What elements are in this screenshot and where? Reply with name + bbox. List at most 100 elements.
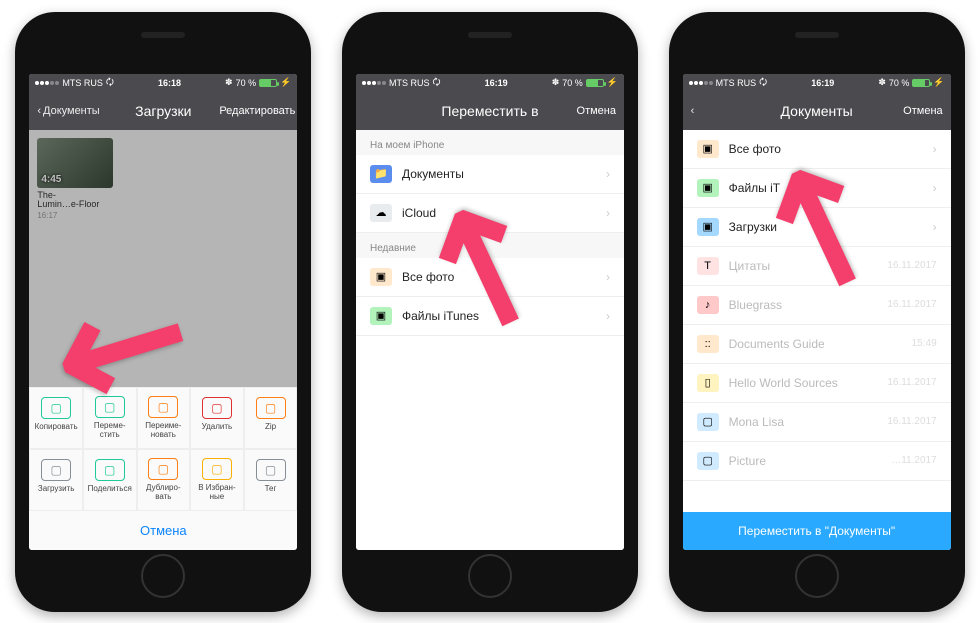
action-icon: ▢ [256,397,286,419]
chevron-right-icon: › [606,206,610,220]
nav-title: Переместить в [434,103,546,119]
status-time: 16:18 [114,78,225,88]
action-icon: ▢ [202,397,232,419]
row-label: Все фото [729,142,923,156]
list-row[interactable]: ▢Mona Lisa16.11.2017 [683,403,951,442]
row-meta: 16.11.2017 [887,416,936,427]
action-cell[interactable]: ▢ Удалить [190,387,244,449]
list-row[interactable]: ☁ iCloud › [356,194,624,233]
content: ▣ Все фото › ▣Файлы iT›▣Загрузки› T Цитаты 16.… [683,130,951,550]
row-label: Picture [729,454,882,468]
list-row[interactable]: ::Documents Guide 15:49 [683,325,951,364]
action-label: Копировать [35,423,78,439]
chevron-right-icon: › [933,220,937,234]
action-icon: ▢ [256,459,286,481]
list-row[interactable]: ▢Picture…11.2017 [683,442,951,481]
action-cell[interactable]: ▢Поделиться [83,449,137,511]
nav-title: Документы [761,103,873,119]
content: 4:45 The- Lumin…e-Floor 16:17 ▢Копироват… [29,130,297,550]
row-icon: :: [697,335,719,353]
action-cell[interactable]: ▢ Zip [244,387,298,449]
action-cell[interactable]: ▢ Копировать [29,387,83,449]
action-cell[interactable]: ▢ Переиме- новать [137,387,191,449]
row-meta: …11.2017 [891,455,936,466]
row-meta: 16.11.2017 [887,299,936,310]
phone-mockup-3: MTS RUS 🗘 16:19 ✽70 %⚡ ‹ Документы Отмен… [669,12,965,612]
action-cell[interactable]: ▢ В Избран- ные [190,449,244,511]
row-icon: ♪ [697,296,719,314]
action-label: В Избран- ные [198,484,235,502]
nav-bar: ‹ Документы Загрузки Редактировать [29,92,297,130]
action-label: Удалить [202,423,233,439]
list-row[interactable]: ▣ Файлы iTunes › [356,297,624,336]
row-label: Все фото [402,270,596,284]
list-row[interactable]: ▣Загрузки› [683,208,951,247]
status-time: 16:19 [441,78,552,88]
action-cell[interactable]: ▢ Дублиро- вать [137,449,191,511]
row-meta: 15:49 [912,338,937,349]
row-icon: ▣ [370,268,392,286]
action-grid: ▢ Копировать ▢ Переме- стить ▢ Переиме- новат… [29,387,297,510]
row-icon: ▣ [697,179,719,197]
status-time: 16:19 [767,78,878,88]
row-label: Цитаты [729,259,878,273]
row-label: Файлы iTunes [402,309,596,323]
action-icon: ▢ [95,396,125,418]
row-meta: 16.11.2017 [887,260,936,271]
nav-title: Загрузки [107,103,219,119]
status-bar: MTS RUS 🗘 16:19 ✽70 %⚡ [683,74,951,92]
phone-mockup-1: MTS RUS 🗘 16:18 ✽70 %⚡ ‹ Документы Загру… [15,12,311,612]
row-icon: ▣ [697,218,719,236]
list-row[interactable]: ▯Hello World Sources16.11.2017 [683,364,951,403]
action-icon: ▢ [148,396,178,418]
status-bar: MTS RUS 🗘 16:19 ✽70 %⚡ [356,74,624,92]
action-icon: ▢ [95,459,125,481]
nav-bar: Переместить в Отмена [356,92,624,130]
cancel-button[interactable]: Отмена [29,511,297,550]
list-row[interactable]: ▣ Все фото › [356,258,624,297]
action-label: Переме- стить [94,422,126,440]
screen-3: MTS RUS 🗘 16:19 ✽70 %⚡ ‹ Документы Отмен… [683,74,951,550]
back-button[interactable]: ‹ [691,105,761,117]
move-confirm-button[interactable]: Переместить в "Документы" [683,512,951,550]
back-button[interactable]: ‹ Документы [37,105,107,117]
screen-2: MTS RUS 🗘 16:19 ✽70 %⚡ Переместить в Отм… [356,74,624,550]
action-icon: ▢ [41,397,71,419]
cancel-link[interactable]: Отмена [546,105,616,117]
status-bar: MTS RUS 🗘 16:18 ✽70 %⚡ [29,74,297,92]
action-label: Тег [265,485,277,501]
list-row[interactable]: 📁Документы› [356,155,624,194]
action-label: Дублиро- вать [146,484,181,502]
cancel-link[interactable]: Отмена [873,105,943,117]
row-icon: ☁ [370,204,392,222]
action-icon: ▢ [202,458,232,480]
action-icon: ▢ [41,459,71,481]
list-row[interactable]: ▣ Все фото › [683,130,951,169]
row-icon: ▢ [697,413,719,431]
row-icon: ▣ [697,140,719,158]
nav-bar: ‹ Документы Отмена [683,92,951,130]
action-cell[interactable]: ▢ Переме- стить [83,387,137,449]
row-icon: ▣ [370,307,392,325]
list-row[interactable]: ♪ Bluegrass 16.11.2017 [683,286,951,325]
chevron-right-icon: › [606,309,610,323]
row-label: Документы [402,167,596,181]
chevron-right-icon: › [606,270,610,284]
action-cell[interactable]: ▢ Загрузить [29,449,83,511]
list-row[interactable]: ▣Файлы iT› [683,169,951,208]
row-label: Bluegrass [729,298,878,312]
action-cell[interactable]: ▢ Тег [244,449,298,511]
row-label: Documents Guide [729,337,902,351]
action-icon: ▢ [148,458,178,480]
list-row[interactable]: T Цитаты 16.11.2017 [683,247,951,286]
chevron-right-icon: › [606,167,610,181]
screen-1: MTS RUS 🗘 16:18 ✽70 %⚡ ‹ Документы Загру… [29,74,297,550]
chevron-right-icon: › [933,142,937,156]
action-label: Zip [265,423,276,439]
row-icon: T [697,257,719,275]
action-label: Загрузить [38,485,75,501]
action-sheet: ▢ Копировать ▢ Переме- стить ▢ Переиме- новат… [29,387,297,549]
edit-button[interactable]: Редактировать [219,105,289,117]
row-label: iCloud [402,206,596,220]
action-label: Переиме- новать [145,422,181,440]
